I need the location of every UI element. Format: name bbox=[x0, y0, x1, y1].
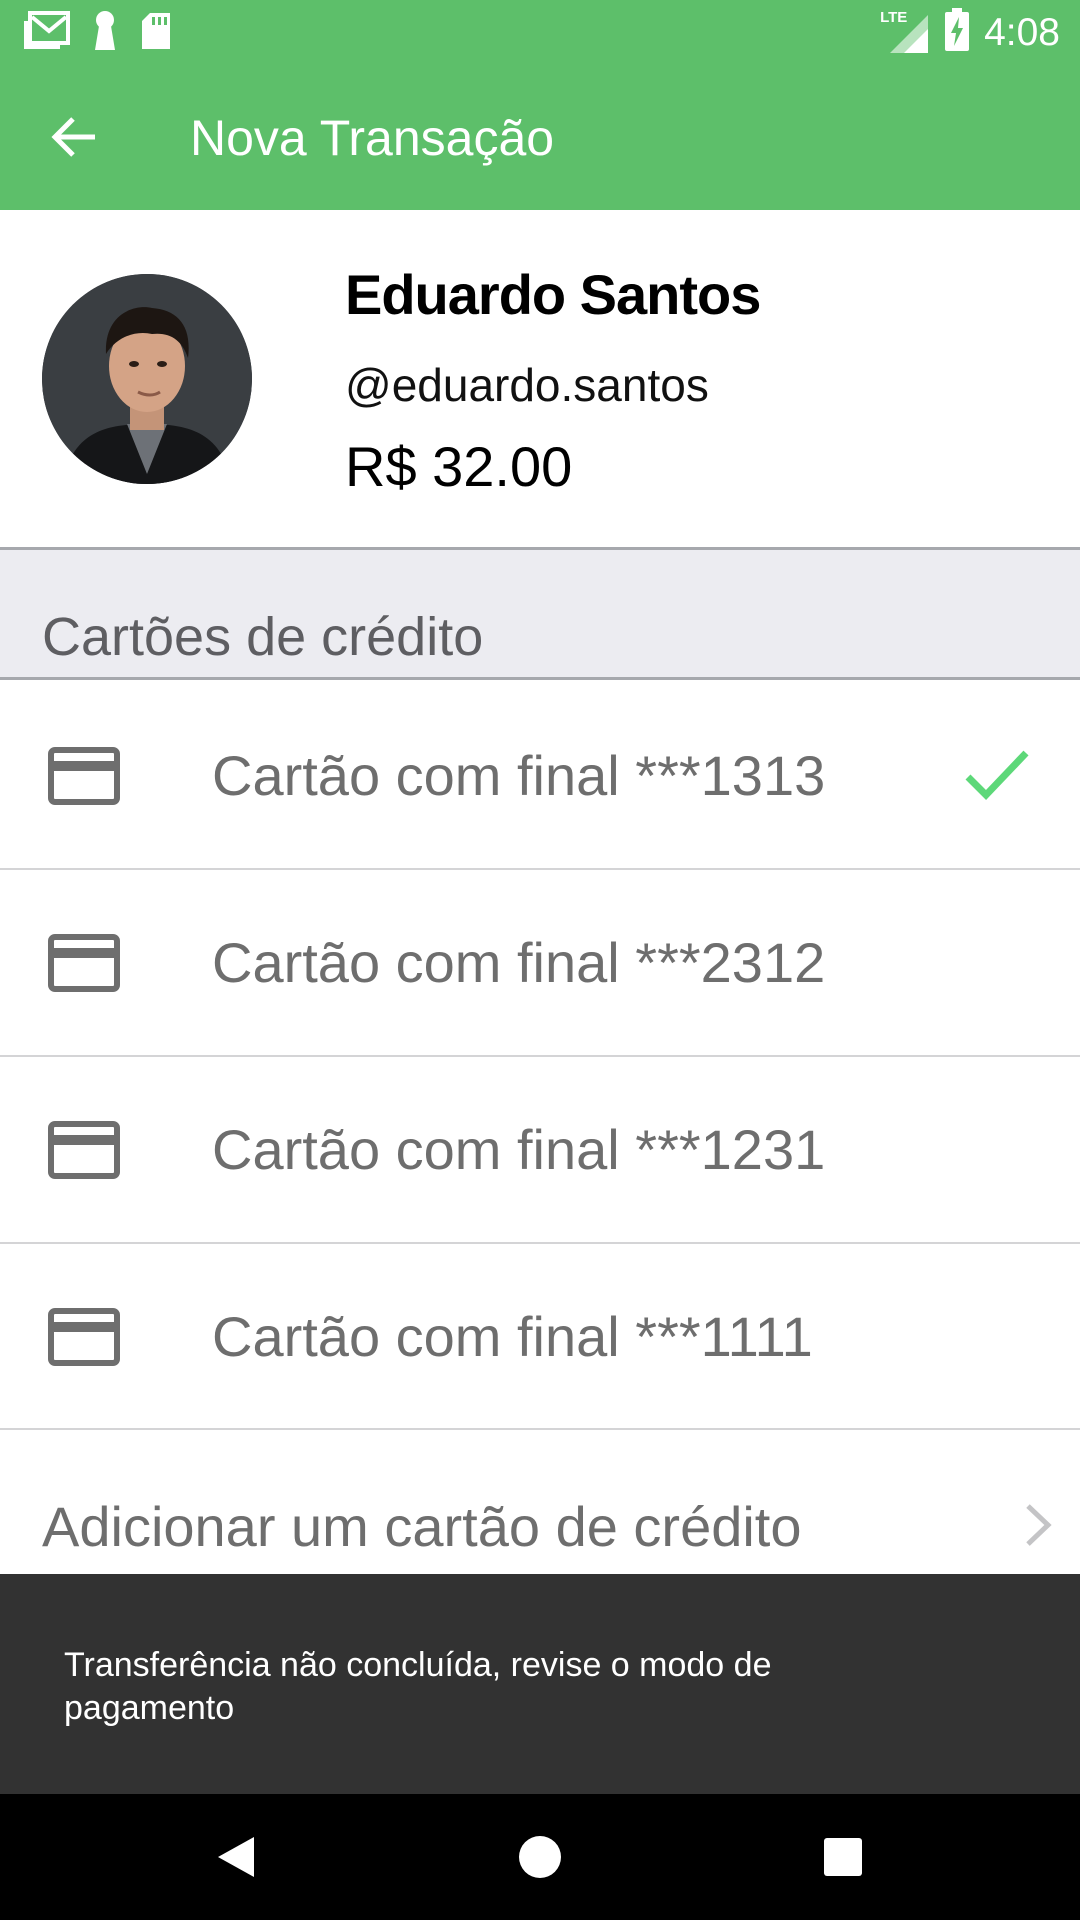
keyhole-icon bbox=[92, 10, 118, 57]
card-label: Cartão com final ***1231 bbox=[212, 1118, 826, 1181]
check-icon bbox=[965, 750, 1029, 801]
sd-card-icon bbox=[140, 11, 172, 56]
recipient-profile: Eduardo Santos @eduardo.santos R$ 32.00 bbox=[0, 210, 1080, 550]
card-label: Cartão com final ***1313 bbox=[212, 744, 826, 807]
credit-card-icon bbox=[48, 1121, 120, 1179]
arrow-back-icon bbox=[51, 117, 95, 157]
section-header: Cartões de crédito bbox=[0, 550, 1080, 680]
add-card-button[interactable]: Adicionar um cartão de crédito bbox=[0, 1428, 1080, 1574]
transaction-amount: R$ 32.00 bbox=[345, 435, 573, 498]
app-bar: Nova Transação bbox=[0, 63, 1080, 210]
status-time: 4:08 bbox=[984, 10, 1060, 54]
section-title: Cartões de crédito bbox=[42, 607, 484, 667]
signal-icon: LTE bbox=[880, 8, 930, 55]
credit-card-icon bbox=[48, 1308, 120, 1366]
credit-card-icon bbox=[48, 747, 120, 805]
status-bar-notifications bbox=[22, 10, 172, 57]
network-type-label: LTE bbox=[880, 8, 908, 26]
back-button[interactable] bbox=[40, 107, 106, 167]
nav-home-button[interactable] bbox=[507, 1824, 573, 1890]
card-row-1313[interactable]: Cartão com final ***1313 bbox=[0, 683, 1080, 870]
square-recents-icon bbox=[824, 1838, 862, 1876]
triangle-back-icon bbox=[218, 1837, 254, 1877]
card-label: Cartão com final ***1111 bbox=[212, 1305, 813, 1368]
gmail-icon bbox=[22, 11, 70, 56]
status-bar: LTE 4:08 bbox=[0, 0, 1080, 63]
card-row-2312[interactable]: Cartão com final ***2312 bbox=[0, 870, 1080, 1057]
add-card-label: Adicionar um cartão de crédito bbox=[42, 1495, 802, 1558]
status-bar-system: LTE 4:08 bbox=[880, 8, 1060, 57]
credit-card-icon bbox=[48, 934, 120, 992]
card-row-1231[interactable]: Cartão com final ***1231 bbox=[0, 1057, 1080, 1244]
recipient-handle: @eduardo.santos bbox=[345, 359, 709, 411]
page-title: Nova Transação bbox=[190, 110, 555, 166]
snackbar: Transferência não concluída, revise o mo… bbox=[0, 1574, 1080, 1794]
circle-home-icon bbox=[519, 1836, 561, 1878]
system-nav-bar bbox=[0, 1794, 1080, 1920]
nav-back-button[interactable] bbox=[203, 1824, 269, 1890]
snackbar-message: Transferência não concluída, revise o mo… bbox=[64, 1646, 772, 1727]
nav-recents-button[interactable] bbox=[810, 1824, 876, 1890]
card-row-1111[interactable]: Cartão com final ***1111 bbox=[0, 1244, 1080, 1428]
chevron-right-icon bbox=[1026, 1504, 1052, 1546]
card-label: Cartão com final ***2312 bbox=[212, 931, 826, 994]
avatar bbox=[42, 274, 252, 484]
recipient-name: Eduardo Santos bbox=[345, 263, 761, 326]
battery-charging-icon bbox=[944, 8, 970, 57]
